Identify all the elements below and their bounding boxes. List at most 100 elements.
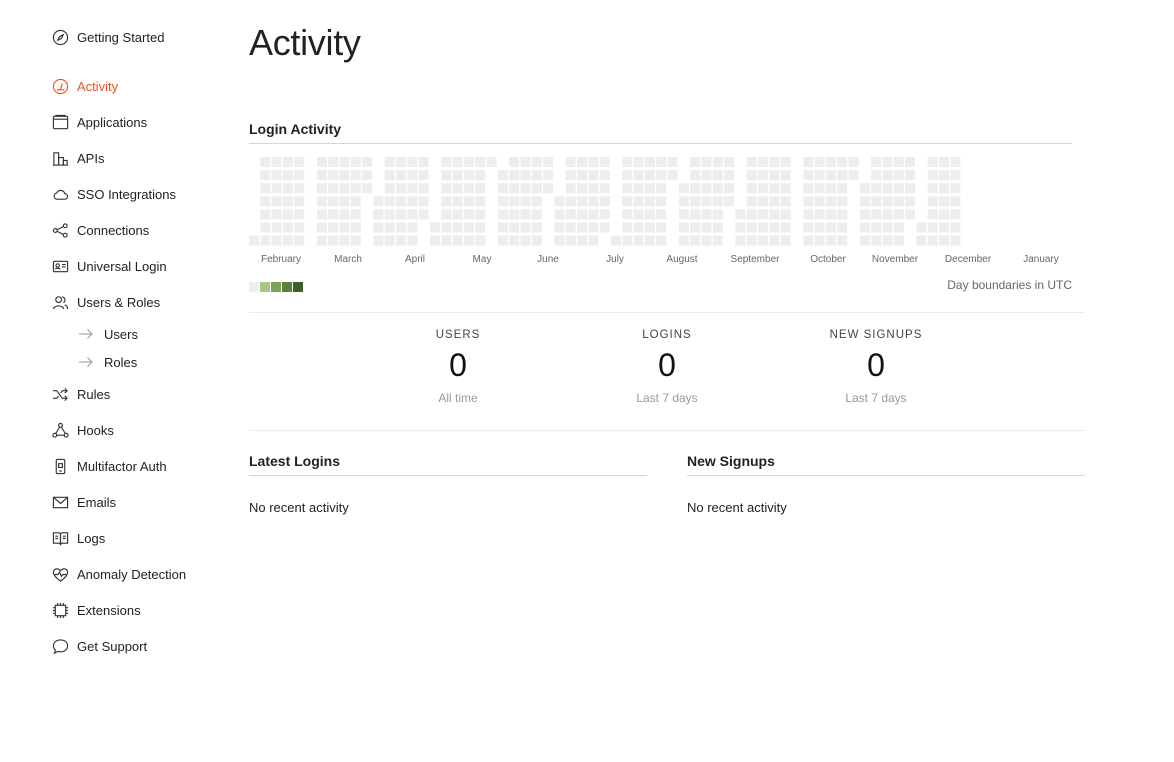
sidebar-item-get-support[interactable]: Get Support xyxy=(51,636,147,656)
heatmap-day-cell xyxy=(905,170,916,181)
sidebar-item-extensions[interactable]: Extensions xyxy=(51,600,141,620)
heatmap-day-cell xyxy=(509,183,520,194)
heatmap-day-cell xyxy=(373,222,384,233)
heatmap-day-cell xyxy=(452,209,463,220)
sidebar-item-activity[interactable]: Activity xyxy=(51,76,118,96)
heatmap-day-cell xyxy=(294,157,305,167)
sidebar-item-anomaly-detection[interactable]: Anomaly Detection xyxy=(51,564,186,584)
heatmap-day-cell xyxy=(803,209,814,220)
sidebar-item-rules[interactable]: Rules xyxy=(51,384,110,404)
heatmap-day-cell xyxy=(384,157,395,167)
heatmap-day-cell xyxy=(497,235,508,246)
heatmap-day-cell xyxy=(837,222,848,233)
heatmap-day-cell xyxy=(588,209,599,220)
heatmap-day-cell xyxy=(950,157,961,167)
heatmap-day-cell xyxy=(441,183,452,194)
heatmap-day-cell xyxy=(644,222,655,233)
heatmap-day-cell xyxy=(927,209,938,220)
sidebar-item-connections[interactable]: Connections xyxy=(51,220,149,240)
heatmap-day-cell xyxy=(565,222,576,233)
sidebar-item-getting-started[interactable]: Getting Started xyxy=(51,27,164,47)
heatmap-day-cell xyxy=(859,235,870,246)
heatmap-day-cell xyxy=(294,183,305,194)
heatmap-day-cell xyxy=(803,170,814,181)
heatmap-day-cell xyxy=(939,235,950,246)
heatmap-day-cell xyxy=(509,222,520,233)
heatmap-day-cell xyxy=(950,235,961,246)
sidebar-item-apis[interactable]: APIs xyxy=(51,148,104,168)
heatmap-day-cell xyxy=(588,183,599,194)
heatmap-day-cell xyxy=(667,170,678,181)
heatmap-day-cell xyxy=(758,196,769,207)
heatmap-day-cell xyxy=(475,157,486,167)
heatmap-day-cell xyxy=(441,170,452,181)
month-label: June xyxy=(537,254,559,265)
heatmap-day-cell xyxy=(633,235,644,246)
sidebar-item-multifactor-auth[interactable]: Multifactor Auth xyxy=(51,456,167,476)
heatmap-day-cell xyxy=(441,222,452,233)
sidebar-item-applications[interactable]: Applications xyxy=(51,112,147,132)
sidebar-subitem-users[interactable]: Users xyxy=(78,325,138,343)
month-label: April xyxy=(404,254,426,265)
heatmap-day-cell xyxy=(497,209,508,220)
heatmap-day-cell xyxy=(452,183,463,194)
heatmap-day-cell xyxy=(712,209,723,220)
legend-swatch xyxy=(271,282,281,292)
heatmap-day-cell xyxy=(882,209,893,220)
utc-note: Day boundaries in UTC xyxy=(947,278,1072,292)
sidebar-item-hooks[interactable]: Hooks xyxy=(51,420,114,440)
sidebar-item-sso-integrations[interactable]: SSO Integrations xyxy=(51,184,176,204)
stat-name: NEW SIGNUPS xyxy=(829,329,923,341)
heatmap-day-cell xyxy=(339,235,350,246)
heatmap-day-cell xyxy=(407,183,418,194)
sidebar-subitem-roles[interactable]: Roles xyxy=(78,353,137,371)
heatmap-day-cell xyxy=(769,157,780,167)
heatmap-day-cell xyxy=(396,196,407,207)
envelope-icon xyxy=(51,493,69,511)
heatmap-day-cell xyxy=(780,235,791,246)
heatmap-day-cell xyxy=(871,235,882,246)
heatmap-day-cell xyxy=(577,222,588,233)
heatmap-day-cell xyxy=(588,157,599,167)
latest-logins-empty: No recent activity xyxy=(249,500,349,515)
sidebar-item-label: Emails xyxy=(77,494,117,510)
sidebar-item-emails[interactable]: Emails xyxy=(51,492,116,512)
heatmap-day-cell xyxy=(316,209,327,220)
heatmap-day-cell xyxy=(803,157,814,167)
sidebar-item-label: Users & Roles xyxy=(77,294,161,310)
heatmap-day-cell xyxy=(475,235,486,246)
stat-value: 0 xyxy=(658,347,676,383)
heatmap-day-cell xyxy=(633,196,644,207)
heatmap-day-cell xyxy=(577,170,588,181)
sidebar-item-universal-login[interactable]: Universal Login xyxy=(51,256,167,276)
heatmap-day-cell xyxy=(509,209,520,220)
heatmap-day-cell xyxy=(475,170,486,181)
sidebar-item-label: Anomaly Detection xyxy=(77,566,187,582)
heatmap-day-cell xyxy=(622,235,633,246)
heatmap-day-cell xyxy=(803,222,814,233)
heatmap-day-cell xyxy=(497,196,508,207)
heatmap-day-cell xyxy=(407,170,418,181)
heatmap-day-cell xyxy=(825,196,836,207)
heatmap-day-cell xyxy=(644,157,655,167)
heatmap-day-cell xyxy=(905,196,916,207)
sidebar-item-logs[interactable]: Logs xyxy=(51,528,105,548)
heatmap-day-cell xyxy=(814,235,825,246)
heatmap-day-cell xyxy=(644,235,655,246)
heatmap-day-cell xyxy=(520,235,531,246)
heatmap-day-cell xyxy=(350,170,361,181)
heatmap-day-cell xyxy=(780,196,791,207)
heatmap-day-cell xyxy=(396,222,407,233)
id-card-icon xyxy=(51,257,69,275)
sidebar-item-users-roles[interactable]: Users & Roles xyxy=(51,292,160,312)
heatmap-day-cell xyxy=(769,196,780,207)
heatmap-day-cell xyxy=(724,183,735,194)
heatmap-day-cell xyxy=(486,157,497,167)
heatmap-day-cell xyxy=(893,157,904,167)
heatmap-day-cell xyxy=(644,196,655,207)
latest-logins-title: Latest Logins xyxy=(249,453,341,469)
heatmap-day-cell xyxy=(328,196,339,207)
sidebar-item-label: Rules xyxy=(77,386,111,402)
heatmap-day-cell xyxy=(893,222,904,233)
heatmap-day-cell xyxy=(769,235,780,246)
